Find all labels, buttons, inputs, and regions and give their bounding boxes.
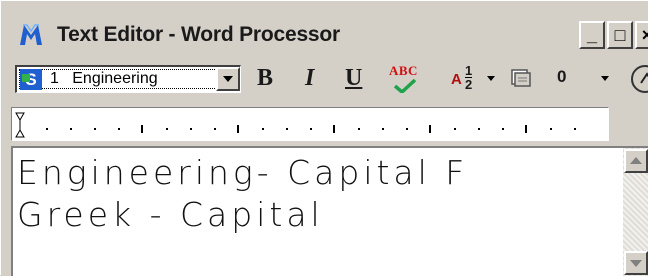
title-bar[interactable]: Text Editor - Word Processor _ □ × <box>11 15 648 55</box>
indent-marker-icon[interactable] <box>15 112 25 138</box>
font-type-icon: S <box>20 69 42 90</box>
text-line-1[interactable]: Engineering- Capital F <box>17 152 621 194</box>
minimize-button[interactable]: _ <box>579 21 605 49</box>
microstation-logo-icon <box>20 24 42 45</box>
maximize-button[interactable]: □ <box>607 21 633 49</box>
vertical-scrollbar[interactable] <box>623 148 648 276</box>
stacked-fraction-button[interactable]: A 1 2 <box>451 63 495 95</box>
fraction-denominator: 2 <box>465 77 473 92</box>
font-number: 1 <box>50 70 59 87</box>
spell-check-label: ABC <box>389 63 418 78</box>
underline-button[interactable]: U <box>345 65 362 97</box>
close-button[interactable]: × <box>635 21 648 49</box>
text-editor-window: Text Editor - Word Processor _ □ × S 1 E… <box>0 0 648 276</box>
fraction-numerator: 1 <box>465 63 473 78</box>
checkmark-icon <box>393 79 417 93</box>
window-title: Text Editor - Word Processor <box>57 23 341 46</box>
text-editing-area[interactable]: Engineering- Capital F Greek - Capital <box>11 146 648 276</box>
chevron-down-icon[interactable] <box>487 76 495 81</box>
font-dropdown-value: 1 Engineering <box>50 70 158 88</box>
font-dropdown[interactable]: S 1 Engineering <box>15 65 241 93</box>
chevron-down-icon[interactable] <box>216 67 240 91</box>
chevron-down-icon[interactable] <box>601 76 609 81</box>
fraction-letter: A <box>451 71 462 88</box>
justification-icon[interactable] <box>631 65 648 93</box>
bold-button[interactable]: B <box>257 65 273 97</box>
formatting-toolbar: S 1 Engineering B I U ABC A 1 2 0 <box>11 59 648 99</box>
circle-arrow-icon <box>640 72 648 84</box>
text-line-2[interactable]: Greek - Capital <box>17 194 621 236</box>
spell-check-button[interactable]: ABC <box>389 63 425 95</box>
italic-button[interactable]: I <box>305 65 314 97</box>
ruler[interactable] <box>11 107 609 141</box>
ruler-ticks <box>46 125 576 133</box>
document-icon[interactable] <box>511 69 531 87</box>
text-content[interactable]: Engineering- Capital F Greek - Capital <box>17 152 621 272</box>
scroll-down-arrow-icon[interactable] <box>624 251 648 275</box>
font-name: Engineering <box>72 70 158 87</box>
scroll-up-arrow-icon[interactable] <box>624 149 648 173</box>
line-spacing-value[interactable]: 0 <box>557 67 566 99</box>
